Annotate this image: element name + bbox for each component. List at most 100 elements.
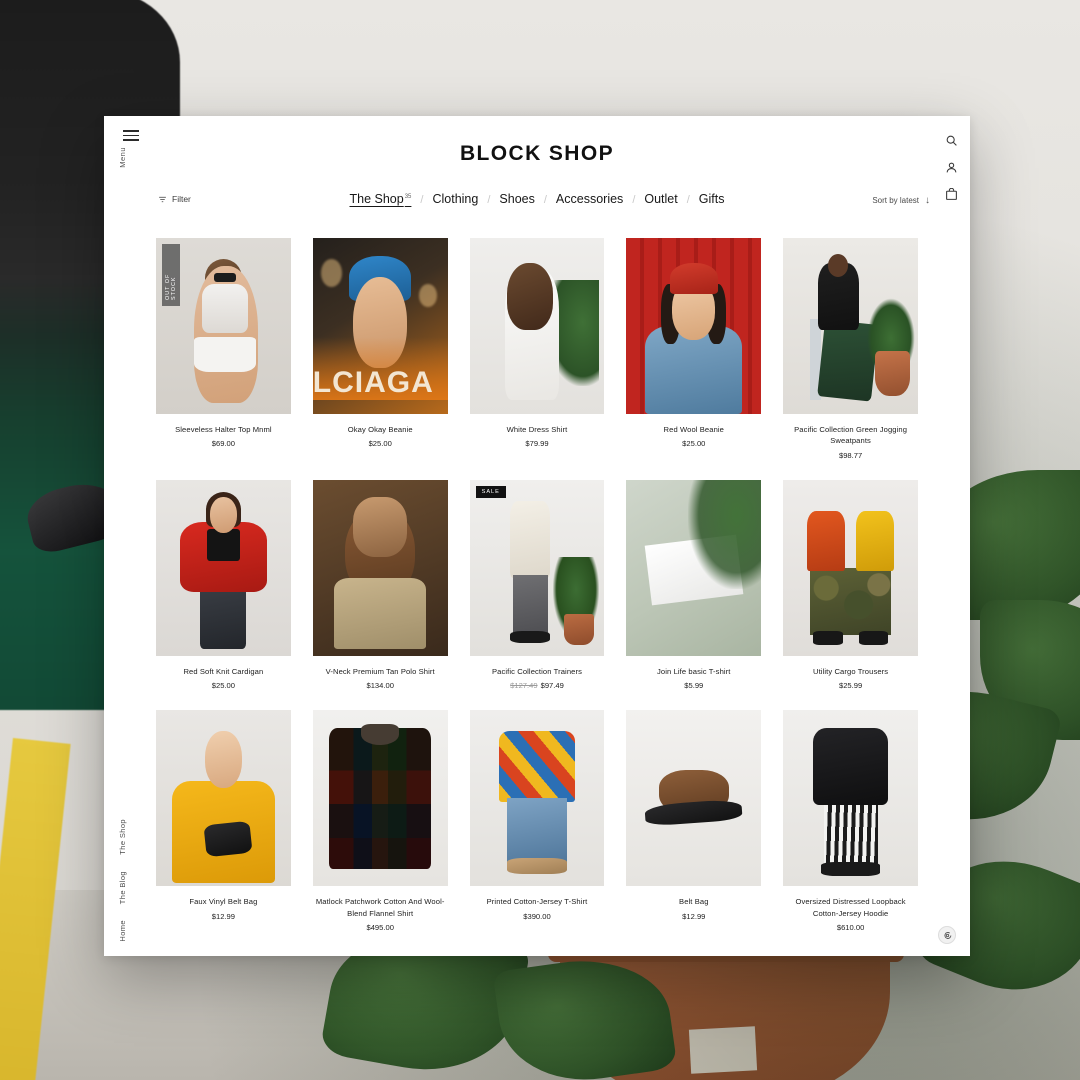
product-image[interactable] bbox=[626, 238, 762, 414]
account-icon[interactable] bbox=[945, 161, 958, 174]
product-price: $25.00 bbox=[211, 681, 236, 691]
side-rail-nav: Home The Blog The Shop bbox=[118, 819, 127, 942]
category-nav: The Shop35/Clothing / Shoes / Accessories / Ou… bbox=[104, 192, 970, 206]
product-price-sale: $97.49 bbox=[540, 681, 564, 691]
product-name[interactable]: Sleeveless Halter Top Mnml bbox=[156, 424, 291, 435]
product-meta: Faux Vinyl Belt Bag $12.99 bbox=[156, 886, 291, 920]
product-grid: OUT OF STOCK Sleeveless Halter Top Mnml $6… bbox=[104, 226, 970, 932]
brand-title: BLOCK SHOP bbox=[459, 142, 614, 165]
product-price: $5.99 bbox=[684, 681, 704, 691]
product-meta: White Dress Shirt $79.99 bbox=[470, 414, 605, 448]
product-meta: Red Soft Knit Cardigan $25.00 bbox=[156, 656, 291, 690]
backdrop-pot-label bbox=[688, 1026, 758, 1074]
product-card[interactable]: SALE Pacific Collection Trainers $127.49 $9… bbox=[469, 479, 605, 690]
nav-item-the-shop[interactable]: The Shop35 bbox=[341, 192, 421, 206]
product-name[interactable]: White Dress Shirt bbox=[470, 424, 605, 435]
product-price-original: $127.49 bbox=[510, 681, 538, 691]
product-card[interactable]: Oversized Distressed Loopback Cotton-Jer… bbox=[783, 710, 918, 932]
product-meta: Matlock Patchwork Cotton And Wool-Blend … bbox=[313, 886, 448, 932]
nav-row: Filter The Shop35/Clothing / Shoes / Accesso… bbox=[104, 184, 970, 226]
product-image[interactable] bbox=[312, 479, 448, 656]
nav-item-gifts[interactable]: Gifts bbox=[690, 192, 734, 206]
product-price: $25.00 bbox=[368, 439, 392, 449]
product-price: $610.00 bbox=[836, 922, 865, 932]
product-meta: Okay Okay Beanie $25.00 bbox=[313, 414, 448, 448]
product-card[interactable]: LCIAGA Okay Okay Beanie $25.00 bbox=[312, 238, 448, 460]
product-name[interactable]: Oversized Distressed Loopback Cotton-Jer… bbox=[783, 896, 918, 919]
product-image[interactable] bbox=[626, 710, 762, 887]
nav-item-shoes[interactable]: Shoes bbox=[490, 192, 543, 206]
product-meta: Printed Cotton-Jersey T-Shirt $390.00 bbox=[470, 886, 605, 920]
product-price: $12.99 bbox=[211, 911, 236, 921]
product-image[interactable]: SALE bbox=[469, 479, 605, 656]
product-card[interactable]: Printed Cotton-Jersey T-Shirt $390.00 bbox=[469, 710, 605, 932]
product-meta: Belt Bag $12.99 bbox=[626, 886, 761, 920]
nav-item-outlet[interactable]: Outlet bbox=[635, 192, 686, 206]
product-card[interactable]: Belt Bag $12.99 bbox=[626, 710, 762, 932]
product-name[interactable]: Belt Bag bbox=[626, 896, 761, 907]
sale-badge: SALE bbox=[475, 485, 506, 498]
product-name[interactable]: Utility Cargo Trousers bbox=[783, 666, 918, 677]
product-image[interactable] bbox=[156, 479, 291, 656]
product-card[interactable]: White Dress Shirt $79.99 bbox=[469, 238, 605, 460]
product-card[interactable]: Join Life basic T-shirt $5.99 bbox=[626, 479, 762, 690]
product-card[interactable]: OUT OF STOCK Sleeveless Halter Top Mnml $6… bbox=[156, 238, 291, 460]
chat-bubble-icon[interactable] bbox=[938, 926, 956, 944]
product-price: $25.99 bbox=[838, 681, 863, 691]
product-price: $98.77 bbox=[838, 450, 863, 460]
product-name[interactable]: V-Neck Premium Tan Polo Shirt bbox=[313, 666, 448, 677]
hamburger-icon bbox=[123, 130, 139, 141]
rail-item-the-shop[interactable]: The Shop bbox=[118, 819, 127, 855]
product-meta: Red Wool Beanie $25.00 bbox=[626, 414, 761, 448]
product-meta: Oversized Distressed Loopback Cotton-Jer… bbox=[783, 886, 918, 932]
product-image[interactable] bbox=[783, 710, 918, 887]
product-price: $12.99 bbox=[682, 911, 706, 921]
sort-by-control[interactable]: Sort by latest ↓ bbox=[872, 195, 930, 206]
product-image[interactable]: LCIAGA bbox=[312, 238, 448, 414]
product-image[interactable] bbox=[469, 710, 605, 887]
product-price: $25.00 bbox=[682, 439, 706, 449]
product-image[interactable] bbox=[783, 238, 918, 414]
product-name[interactable]: Red Soft Knit Cardigan bbox=[156, 666, 291, 677]
product-meta: Sleeveless Halter Top Mnml $69.00 bbox=[156, 414, 291, 448]
product-name[interactable]: Pacific Collection Green Jogging Sweatpa… bbox=[783, 424, 918, 447]
product-name[interactable]: Matlock Patchwork Cotton And Wool-Blend … bbox=[313, 896, 448, 919]
product-meta: Join Life basic T-shirt $5.99 bbox=[626, 656, 761, 690]
product-card[interactable]: V-Neck Premium Tan Polo Shirt $134.00 bbox=[312, 479, 448, 690]
shop-page-card: Menu BLOCK SHOP Filter The Shop35 / Clot… bbox=[104, 116, 970, 956]
site-header: Menu BLOCK SHOP bbox=[104, 116, 970, 200]
product-name[interactable]: Okay Okay Beanie bbox=[313, 424, 448, 435]
product-price: $127.49 $97.49 bbox=[470, 681, 605, 690]
product-card[interactable]: Red Soft Knit Cardigan $25.00 bbox=[156, 479, 291, 690]
nav-item-count: 35 bbox=[404, 193, 412, 200]
search-icon[interactable] bbox=[945, 134, 958, 147]
product-image[interactable]: OUT OF STOCK bbox=[156, 238, 291, 414]
product-price: $134.00 bbox=[366, 681, 394, 691]
product-image[interactable] bbox=[469, 238, 605, 414]
product-name[interactable]: Pacific Collection Trainers bbox=[470, 666, 605, 677]
product-name[interactable]: Faux Vinyl Belt Bag bbox=[156, 896, 291, 907]
nav-item-accessories[interactable]: Accessories bbox=[547, 192, 632, 206]
product-image[interactable] bbox=[783, 479, 918, 656]
product-meta: Utility Cargo Trousers $25.99 bbox=[783, 656, 918, 690]
product-name[interactable]: Printed Cotton-Jersey T-Shirt bbox=[470, 896, 605, 907]
sort-arrow-icon: ↓ bbox=[925, 195, 930, 206]
product-card[interactable]: Faux Vinyl Belt Bag $12.99 bbox=[156, 710, 291, 932]
product-name[interactable]: Red Wool Beanie bbox=[626, 424, 761, 435]
nav-item-clothing[interactable]: Clothing bbox=[423, 192, 487, 206]
rail-item-home[interactable]: Home bbox=[118, 920, 127, 942]
product-price: $69.00 bbox=[211, 439, 236, 449]
product-image[interactable] bbox=[156, 710, 291, 887]
product-name[interactable]: Join Life basic T-shirt bbox=[626, 666, 761, 677]
product-meta: V-Neck Premium Tan Polo Shirt $134.00 bbox=[313, 656, 448, 690]
sort-by-label: Sort by latest bbox=[872, 196, 919, 205]
product-price: $390.00 bbox=[523, 911, 551, 921]
product-image[interactable] bbox=[312, 710, 448, 887]
product-card[interactable]: Matlock Patchwork Cotton And Wool-Blend … bbox=[312, 710, 448, 932]
product-image[interactable] bbox=[626, 479, 762, 656]
product-meta: Pacific Collection Green Jogging Sweatpa… bbox=[783, 414, 918, 460]
product-card[interactable]: Utility Cargo Trousers $25.99 bbox=[783, 479, 918, 690]
rail-item-the-blog[interactable]: The Blog bbox=[118, 871, 127, 904]
product-card[interactable]: Pacific Collection Green Jogging Sweatpa… bbox=[783, 238, 918, 460]
product-card[interactable]: Red Wool Beanie $25.00 bbox=[626, 238, 762, 460]
